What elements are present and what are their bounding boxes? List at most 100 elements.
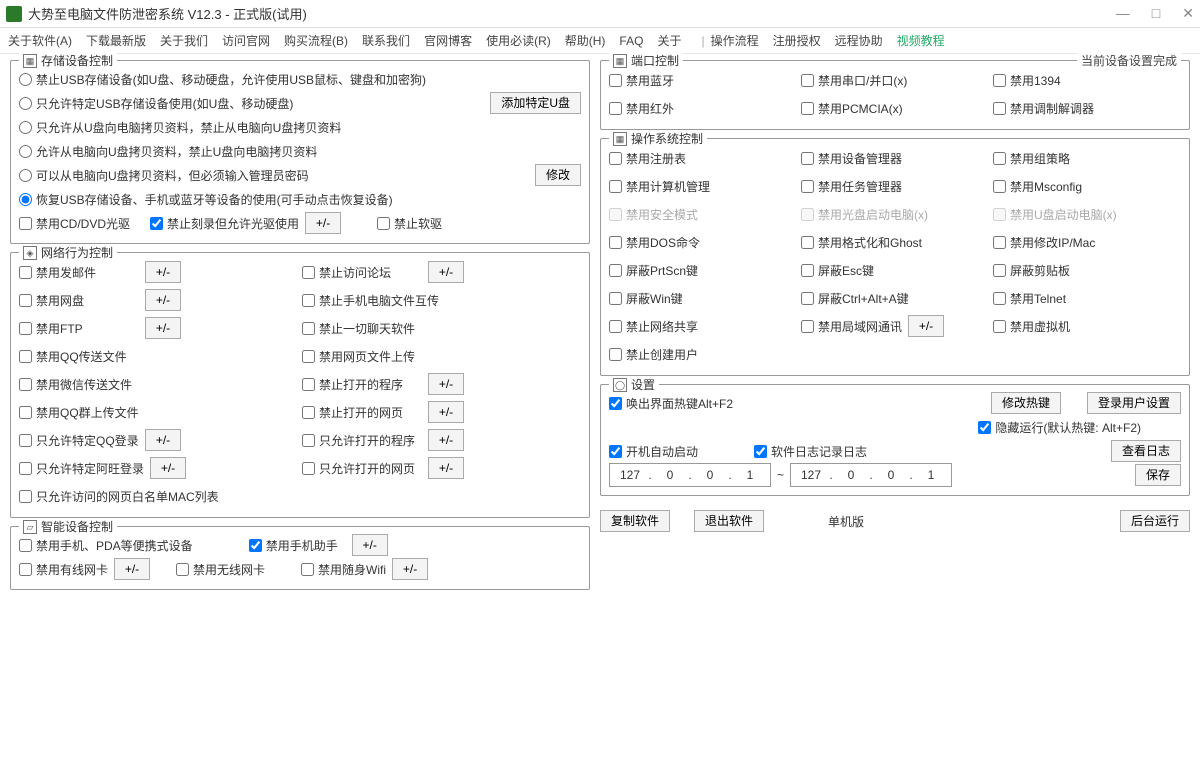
pm-button[interactable]: +/-: [428, 401, 464, 423]
chk-禁用注册表[interactable]: 禁用注册表: [609, 150, 686, 167]
menu-item[interactable]: 远程协助: [835, 32, 883, 49]
menu-item[interactable]: 下载最新版: [86, 32, 146, 49]
pm-button[interactable]: +/-: [428, 373, 464, 395]
chk-禁用光盘启动电脑(x)[interactable]: 禁用光盘启动电脑(x): [801, 206, 928, 223]
menu-item[interactable]: 操作流程: [711, 32, 759, 49]
chk-禁用调制解调器[interactable]: 禁用调制解调器: [993, 100, 1094, 117]
exit-button[interactable]: 退出软件: [694, 510, 764, 532]
close-button[interactable]: ✕: [1182, 5, 1194, 22]
chk-禁用Msconfig[interactable]: 禁用Msconfig: [993, 178, 1082, 195]
wired-pm-button[interactable]: +/-: [114, 558, 150, 580]
chk-autostart[interactable]: 开机自动启动: [609, 443, 698, 460]
chk-禁用PCMCIA(x)[interactable]: 禁用PCMCIA(x): [801, 100, 903, 117]
chk-禁用1394[interactable]: 禁用1394: [993, 72, 1061, 89]
chk-disable-cddvd[interactable]: 禁用CD/DVD光驱: [19, 215, 130, 232]
radio-usb-password[interactable]: 可以从电脑向U盘拷贝资料，但必须输入管理员密码: [19, 167, 309, 184]
menu-item[interactable]: FAQ: [619, 34, 643, 48]
chk-禁止打开的网页[interactable]: 禁止打开的网页: [302, 404, 422, 421]
chk-禁用U盘启动电脑(x)[interactable]: 禁用U盘启动电脑(x): [993, 206, 1117, 223]
chk-禁用QQ群上传文件[interactable]: 禁用QQ群上传文件: [19, 404, 139, 421]
modify-button[interactable]: 修改: [535, 164, 581, 186]
chk-禁用局域网通讯[interactable]: 禁用局域网通讯: [801, 318, 902, 335]
menu-item[interactable]: 注册授权: [773, 32, 821, 49]
chk-禁止网络共享[interactable]: 禁止网络共享: [609, 318, 698, 335]
wifi-pm-button[interactable]: +/-: [392, 558, 428, 580]
phone-pm-button[interactable]: +/-: [352, 534, 388, 556]
chk-屏蔽Esc键[interactable]: 屏蔽Esc键: [801, 262, 874, 279]
menu-item[interactable]: 关于软件(A): [8, 32, 72, 49]
radio-disable-usb[interactable]: 禁止USB存储设备(如U盘、移动硬盘，允许使用USB鼠标、键盘和加密狗): [19, 71, 426, 88]
register-button[interactable]: 复制软件: [600, 510, 670, 532]
chk-禁用蓝牙[interactable]: 禁用蓝牙: [609, 72, 674, 89]
chk-only-cd-read[interactable]: 禁止刻录但允许光驱使用: [150, 215, 299, 232]
chk-hidden-run[interactable]: 隐藏运行(默认热键: Alt+F2): [978, 419, 1141, 436]
chk-disable-floppy[interactable]: 禁止软驱: [377, 215, 442, 232]
chk-禁用串口/并口(x)[interactable]: 禁用串口/并口(x): [801, 72, 907, 89]
chk-只允许特定QQ登录[interactable]: 只允许特定QQ登录: [19, 432, 139, 449]
pm-button[interactable]: +/-: [150, 457, 186, 479]
chk-禁用DOS命令[interactable]: 禁用DOS命令: [609, 234, 700, 251]
menu-item[interactable]: 使用必读(R): [486, 32, 551, 49]
chk-禁用组策略[interactable]: 禁用组策略: [993, 150, 1070, 167]
modify-hotkey-button[interactable]: 修改热键: [991, 392, 1061, 414]
chk-禁用红外[interactable]: 禁用红外: [609, 100, 674, 117]
menu-item[interactable]: 关于我们: [160, 32, 208, 49]
chk-禁止访问论坛[interactable]: 禁止访问论坛: [302, 264, 422, 281]
chk-禁用计算机管理[interactable]: 禁用计算机管理: [609, 178, 710, 195]
menu-item[interactable]: 帮助(H): [565, 32, 606, 49]
menu-item[interactable]: 官网博客: [424, 32, 472, 49]
chk-只允许访问的网页白名单MAC列表[interactable]: 只允许访问的网页白名单MAC列表: [19, 488, 219, 505]
chk-禁止创建用户[interactable]: 禁止创建用户: [609, 346, 698, 363]
pm-button[interactable]: +/-: [908, 315, 944, 337]
radio-restore-usb[interactable]: 恢复USB存储设备、手机或蓝牙等设备的使用(可手动点击恢复设备): [19, 191, 393, 208]
pm-button[interactable]: +/-: [428, 457, 464, 479]
chk-只允许打开的程序[interactable]: 只允许打开的程序: [302, 432, 422, 449]
chk-disable-wireless-nic[interactable]: 禁用无线网卡: [176, 561, 265, 578]
chk-屏蔽Win键[interactable]: 屏蔽Win键: [609, 290, 683, 307]
view-log-button[interactable]: 查看日志: [1111, 440, 1181, 462]
chk-禁用网页文件上传[interactable]: 禁用网页文件上传: [302, 348, 422, 365]
menu-item[interactable]: 关于: [657, 32, 681, 49]
chk-屏蔽Ctrl+Alt+A键[interactable]: 屏蔽Ctrl+Alt+A键: [801, 290, 909, 307]
chk-禁止打开的程序[interactable]: 禁止打开的程序: [302, 376, 422, 393]
chk-禁止手机电脑文件互传[interactable]: 禁止手机电脑文件互传: [302, 292, 439, 309]
chk-禁用QQ传送文件[interactable]: 禁用QQ传送文件: [19, 348, 139, 365]
chk-disable-phone-helper[interactable]: 禁用手机助手: [249, 537, 338, 554]
pm-button[interactable]: +/-: [428, 429, 464, 451]
chk-禁用网盘[interactable]: 禁用网盘: [19, 292, 139, 309]
chk-禁用发邮件[interactable]: 禁用发邮件: [19, 264, 139, 281]
minimize-button[interactable]: —: [1116, 5, 1130, 22]
pm-button[interactable]: +/-: [145, 261, 181, 283]
chk-禁用Telnet[interactable]: 禁用Telnet: [993, 290, 1066, 307]
pm-button[interactable]: +/-: [145, 289, 181, 311]
chk-禁止一切聊天软件[interactable]: 禁止一切聊天软件: [302, 320, 422, 337]
save-button[interactable]: 保存: [1135, 464, 1181, 486]
menu-item[interactable]: 联系我们: [362, 32, 410, 49]
chk-禁用格式化和Ghost[interactable]: 禁用格式化和Ghost: [801, 234, 922, 251]
chk-只允许特定阿旺登录[interactable]: 只允许特定阿旺登录: [19, 460, 144, 477]
chk-disable-phone-pda[interactable]: 禁用手机、PDA等便携式设备: [19, 537, 193, 554]
chk-disable-wired-nic[interactable]: 禁用有线网卡: [19, 561, 108, 578]
ip-end[interactable]: 127. 0. 0. 1: [790, 463, 952, 487]
background-run-button[interactable]: 后台运行: [1120, 510, 1190, 532]
chk-禁用设备管理器[interactable]: 禁用设备管理器: [801, 150, 902, 167]
radio-pc-to-usb-only[interactable]: 允许从电脑向U盘拷贝资料，禁止U盘向电脑拷贝资料: [19, 143, 317, 160]
add-usb-button[interactable]: 添加特定U盘: [490, 92, 581, 114]
radio-only-specific-usb[interactable]: 只允许特定USB存储设备使用(如U盘、移动硬盘): [19, 95, 293, 112]
cd-pm-button[interactable]: +/-: [305, 212, 341, 234]
chk-disable-portable-wifi[interactable]: 禁用随身Wifi: [301, 561, 386, 578]
chk-禁用安全模式[interactable]: 禁用安全模式: [609, 206, 698, 223]
chk-禁用修改IP/Mac[interactable]: 禁用修改IP/Mac: [993, 234, 1095, 251]
chk-屏蔽剪贴板[interactable]: 屏蔽剪贴板: [993, 262, 1070, 279]
radio-usb-to-pc-only[interactable]: 只允许从U盘向电脑拷贝资料，禁止从电脑向U盘拷贝资料: [19, 119, 341, 136]
chk-禁用任务管理器[interactable]: 禁用任务管理器: [801, 178, 902, 195]
user-settings-button[interactable]: 登录用户设置: [1087, 392, 1181, 414]
pm-button[interactable]: +/-: [145, 317, 181, 339]
menu-item[interactable]: 购买流程(B): [284, 32, 348, 49]
ip-start[interactable]: 127. 0. 0. 1: [609, 463, 771, 487]
pm-button[interactable]: +/-: [145, 429, 181, 451]
chk-禁用微信传送文件[interactable]: 禁用微信传送文件: [19, 376, 139, 393]
chk-log[interactable]: 软件日志记录日志: [754, 443, 867, 460]
chk-只允许打开的网页[interactable]: 只允许打开的网页: [302, 460, 422, 477]
maximize-button[interactable]: □: [1152, 5, 1160, 22]
